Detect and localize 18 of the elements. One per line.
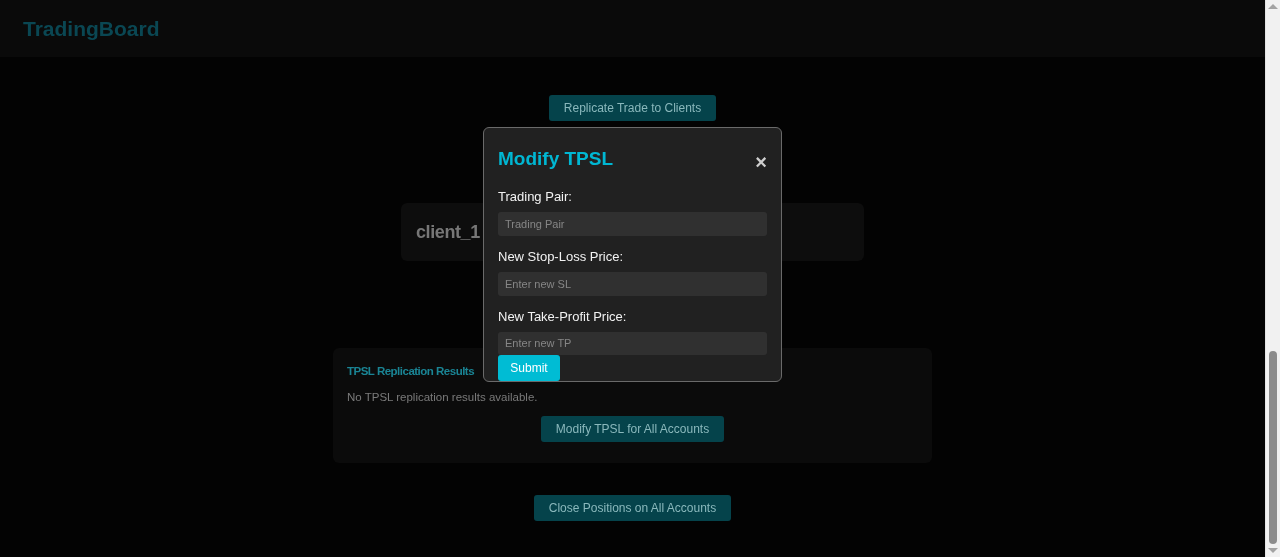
field-label: Trading Pair: [498,189,572,204]
input-field[interactable]: Trading Pair [498,212,767,236]
app-title: TradingBoard [23,16,160,41]
client-name: client_1 [416,221,480,243]
input-field[interactable]: Enter new TP [498,331,767,356]
empty-message: No TPSL replication results available. [347,391,538,403]
results-title: TPSL Replication Results [347,365,475,377]
scroll-up-icon[interactable] [1268,4,1278,9]
close-positions-button[interactable]: Close Positions on All Accounts [533,495,732,521]
field-label: New Stop-Loss Price: [498,248,623,264]
input-field[interactable]: Enter new SL [498,271,767,296]
close-icon[interactable]: × [755,152,767,172]
scroll-down-icon[interactable] [1268,548,1278,553]
scrollbar-thumb[interactable] [1269,351,1277,544]
field-label: New Take-Profit Price: [498,308,627,324]
modal-title: Modify TPSL [498,148,614,170]
modify-all-button[interactable]: Modify TPSL for All Accounts [540,416,725,442]
replicate-trade-button[interactable]: Replicate Trade to Clients [548,95,717,121]
